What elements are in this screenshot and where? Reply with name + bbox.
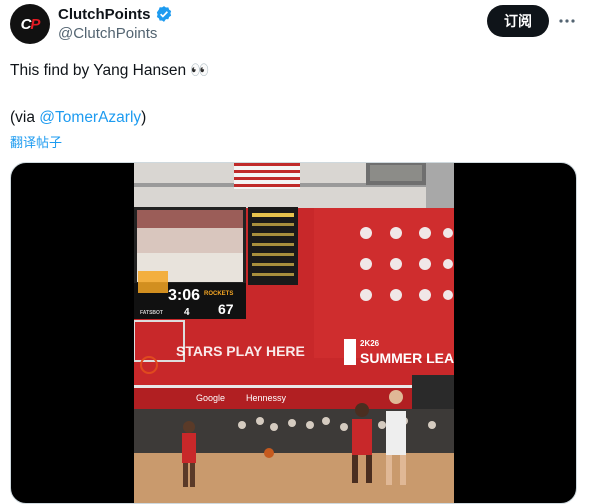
sponsor-label: FATSBOT <box>140 310 163 316</box>
basketball <box>264 448 274 458</box>
avatar[interactable]: CP <box>10 4 50 44</box>
via-suffix: ) <box>141 109 147 126</box>
mention-link[interactable]: @TomerAzarly <box>39 109 141 126</box>
league-name: SUMMER LEAGUE <box>360 350 454 366</box>
period-number: 4 <box>184 307 190 318</box>
more-options-icon[interactable] <box>556 10 578 32</box>
author-name-row: ClutchPoints <box>58 5 173 23</box>
tweet-via: (via @TomerAzarly) <box>10 108 146 128</box>
subscribe-button[interactable]: 订阅 <box>487 5 549 37</box>
home-score: 67 <box>218 301 234 317</box>
via-prefix: (via <box>10 109 40 126</box>
translate-post-link[interactable]: 翻译帖子 <box>10 132 62 151</box>
game-clock: 3:06 <box>168 287 200 304</box>
league-year: 2K26 <box>360 339 380 348</box>
ad-board-hennessy: Hennessy <box>246 393 287 403</box>
media-card[interactable]: 3:06 ROCKETS 67 FATSBOT 4 STARS PLAY HER… <box>10 162 577 504</box>
verified-badge-icon[interactable] <box>155 5 173 23</box>
ad-board-google: Google <box>196 393 225 403</box>
video-player[interactable]: 3:06 ROCKETS 67 FATSBOT 4 STARS PLAY HER… <box>134 163 454 503</box>
flag-icon <box>234 163 300 189</box>
video-frame-image: 3:06 ROCKETS 67 FATSBOT 4 STARS PLAY HER… <box>134 163 454 503</box>
avatar-logo: CP <box>20 15 41 33</box>
team-name: ROCKETS <box>204 291 233 297</box>
arena-banner: STARS PLAY HERE <box>176 343 305 359</box>
tweet-text: This find by Yang Hansen 👀 <box>10 62 210 79</box>
author-handle[interactable]: @ClutchPoints <box>58 25 157 42</box>
display-name[interactable]: ClutchPoints <box>58 6 151 23</box>
